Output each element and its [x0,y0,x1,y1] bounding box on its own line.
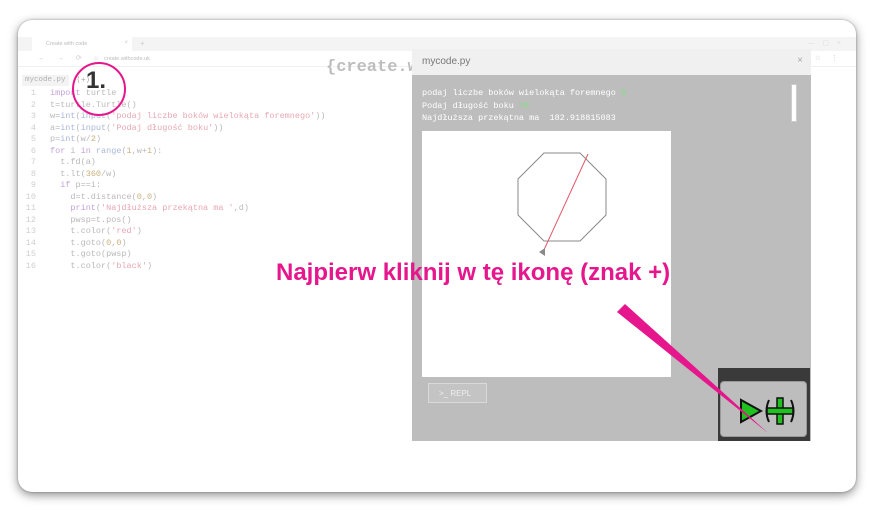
code-token: int [60,111,76,121]
turtle-canvas [422,131,671,377]
console-input-1: 8 [620,88,627,98]
code-line[interactable]: 12 pwsp=t.pos() [22,215,422,227]
close-icon[interactable]: × [797,55,803,66]
code-token: ): [152,145,163,156]
editor-file-tab[interactable]: mycode.py [22,75,69,86]
line-number: 16 [25,260,36,271]
console-input-2: 70 [518,100,530,111]
repl-button[interactable]: >_ REPL [428,383,487,403]
code-token: int [60,134,76,144]
code-token: a= [50,122,61,133]
code-token: 'black' [111,260,147,271]
code-token: for [50,145,71,156]
line-number: 14 [25,237,36,248]
line-number: 5 [30,134,36,144]
code-line[interactable]: 6 for i in range(1,w+1): [22,146,422,158]
console-scrollbar[interactable] [791,84,797,122]
code-token: 'Najdłuższa przekątna ma ' [101,203,234,213]
code-token: t.color( [50,226,112,236]
code-token: ,d) [233,203,249,213]
code-token: input [80,122,107,133]
code-line[interactable]: 13 t.color('red') [22,226,422,238]
code-token: t.color( [50,260,112,271]
plus-icon[interactable] [765,397,795,425]
line-number: 15 [25,249,36,259]
octagon-drawing [517,152,607,256]
console-prompt-1: podaj liczbe boków wielokąta foremnego [422,88,621,98]
code-token: 360 [85,168,102,179]
toolbar-icons[interactable]: ☆ ⋮ [815,54,842,62]
line-number: 10 [25,191,36,202]
code-token: 'podaj liczbe boków wielokąta foremnego' [111,111,316,121]
modal-title: mycode.py [422,56,471,67]
nav-icons[interactable]: ← → ⟳ ⌂ [38,54,103,62]
code-line[interactable]: 5 p=int(w/2) [22,134,422,146]
code-token: ) [152,191,158,202]
code-line[interactable]: 9 if p==i: [22,180,422,192]
code-line[interactable]: 11 print('Najdłuższa przekątna ma ',d) [22,203,422,215]
line-number: 11 [25,203,36,213]
code-token: )) [315,111,326,121]
run-controls [720,381,807,437]
code-token: t.goto( [50,237,107,248]
code-token: ) [136,226,142,236]
tab-close-icon[interactable]: × [124,40,128,46]
code-token: 'Podaj długość boku' [111,122,214,133]
code-token: int [60,122,76,133]
line-number: 13 [25,226,36,236]
code-token: t.goto(pwsp) [50,249,132,259]
code-line[interactable]: 3 w=int(input('podaj liczbe boków wieloką… [22,111,422,123]
tutorial-screenshot: Create with code × + — ▢ × ← → ⟳ ⌂ creat… [0,0,870,510]
line-number: 9 [30,180,36,190]
code-line[interactable]: 14 t.goto(0,0) [22,238,422,250]
code-token: (w/ [75,134,91,144]
code-token: p= [50,134,61,144]
line-number: 4 [30,122,36,133]
code-token: if [50,180,76,190]
line-number: 1 [30,88,36,98]
code-token: p==i: [75,180,102,190]
new-tab-icon[interactable]: + [140,39,145,48]
code-token: ) [121,237,127,248]
line-number: 8 [30,168,36,179]
code-token: /w) [101,168,117,179]
console-output: podaj liczbe boków wielokąta foremnego 8… [422,87,626,125]
console-result: Najdłuższa przekątna ma 182.918815083 [422,113,616,123]
code-token: w= [50,111,61,121]
play-icon[interactable] [740,398,764,424]
code-token: pwsp=t.pos() [50,214,132,225]
line-number: 7 [30,157,36,167]
modal-header: mycode.py × [412,49,811,75]
code-token: i [70,145,81,156]
line-number: 3 [30,111,36,121]
code-line[interactable]: 8 t.lt(360/w) [22,169,422,181]
code-line[interactable]: 7 t.fd(a) [22,157,422,169]
console-prompt-2: Podaj długość boku [422,100,519,111]
code-token: in [80,145,96,156]
code-token: d=t.distance( [50,191,137,202]
step-number: 1. [86,67,107,94]
code-line[interactable]: 10 d=t.distance(0,0) [22,192,422,204]
url-field[interactable]: create.withcode.uk [104,56,150,62]
tab-title: Create with code [46,41,88,47]
line-number: 6 [30,145,36,156]
code-token: ) [95,134,102,144]
code-token: ,w+ [131,145,147,156]
code-line[interactable]: 4 a=int(input('Podaj długość boku')) [22,123,422,135]
code-token: range [95,145,122,156]
code-token: print [50,203,96,213]
code-token: t.lt( [50,168,86,179]
code-token: t.fd(a) [50,157,96,167]
code-token: )) [213,122,224,133]
window-controls[interactable]: — ▢ × [807,39,844,47]
instruction-annotation: Najpierw kliknij w tę ikonę (znak +) [276,259,671,286]
line-number: 2 [30,99,36,110]
line-number: 12 [25,214,36,225]
browser-tab[interactable]: Create with code × [32,37,132,51]
code-editor[interactable]: 1 import turtle 2 t=turtle.Turtle() 3 w=int(i… [22,88,422,272]
code-token: ) [146,260,153,271]
code-token: 'red' [111,226,137,236]
